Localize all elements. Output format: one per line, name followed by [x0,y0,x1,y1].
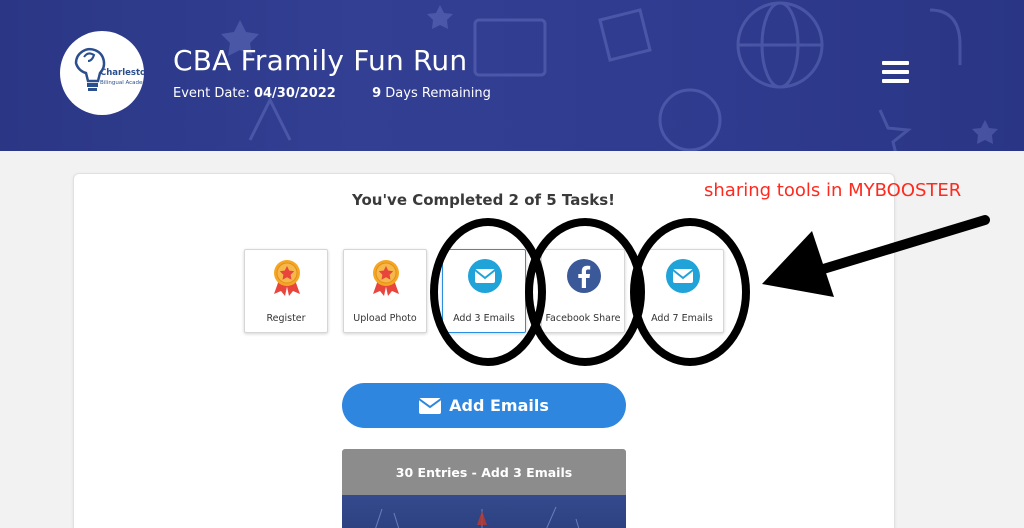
school-logo[interactable]: Charleston Bilingual Academy [60,31,144,115]
task-tile-upload-photo[interactable]: Upload Photo [343,249,427,333]
days-remaining-label: Days Remaining [385,86,491,101]
lightbulb-logo-icon: Charleston Bilingual Academy [74,47,144,91]
background-pattern [221,1,998,151]
task-tile-register[interactable]: Register [244,249,328,333]
envelope-icon [468,259,502,293]
svg-text:Bilingual Academy: Bilingual Academy [100,80,144,86]
entries-image [342,495,626,528]
task-label: Facebook Share [545,313,621,324]
annotation-text: sharing tools in MYBOOSTER [704,180,962,201]
task-label: Register [266,313,306,324]
event-date-value: 04/30/2022 [253,86,336,101]
award-medal-icon [274,260,300,296]
hamburger-menu-icon[interactable] [882,61,910,83]
facebook-icon [567,259,601,293]
event-date-label: Event Date: [173,86,250,101]
task-tile-add-7-emails[interactable]: Add 7 Emails [640,249,724,333]
task-label: Add 7 Emails [651,313,713,324]
envelope-icon [419,397,442,414]
task-label: Add 3 Emails [453,313,515,324]
envelope-icon [666,259,700,293]
task-label: Upload Photo [353,313,417,324]
task-tile-add-3-emails[interactable]: Add 3 Emails [442,249,526,333]
add-emails-label: Add Emails [449,396,549,415]
add-emails-button[interactable]: Add Emails [342,383,626,428]
header-banner: Charleston Bilingual Academy CBA Framily… [0,0,1024,151]
event-meta: Event Date: 04/30/2022 9 Days Remaining [173,86,491,101]
svg-text:Charleston: Charleston [100,68,144,78]
award-medal-icon [373,260,399,296]
entries-label: 30 Entries - Add 3 Emails [342,449,626,495]
event-title: CBA Framily Fun Run [173,44,468,77]
days-remaining-count: 9 [372,86,382,101]
task-tile-facebook-share[interactable]: Facebook Share [541,249,625,333]
entries-panel: 30 Entries - Add 3 Emails [342,449,626,528]
